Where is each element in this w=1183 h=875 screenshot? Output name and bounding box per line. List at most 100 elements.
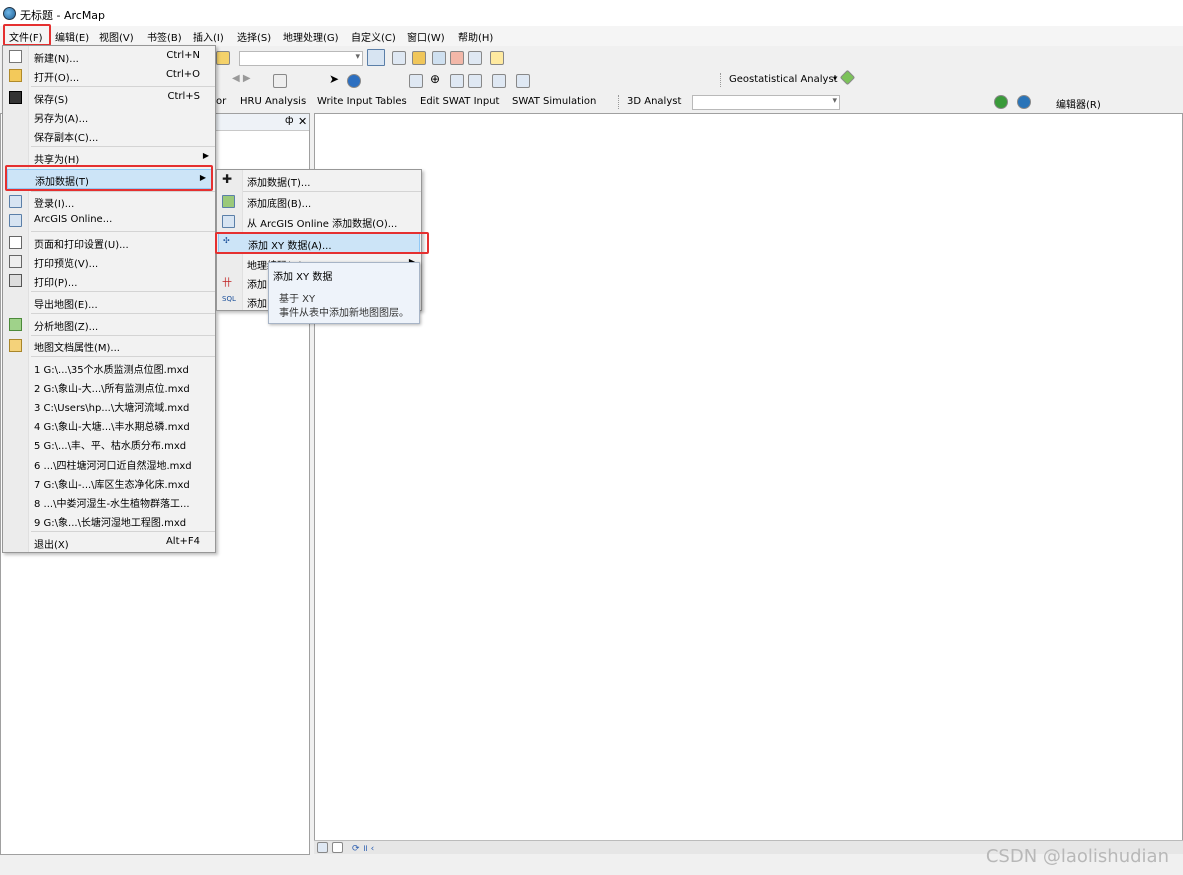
basemap-icon: [222, 195, 235, 208]
catalog-icon[interactable]: [412, 51, 426, 65]
3d-layer-combo[interactable]: [692, 95, 840, 110]
select-elements-icon[interactable]: [273, 74, 287, 88]
window-title: 无标题 - ArcMap: [20, 9, 106, 22]
geostat-dropdown-icon[interactable]: ▾: [833, 74, 837, 83]
menu-item-analyze-map[interactable]: 分析地图(Z)...: [3, 315, 215, 334]
measure-icon[interactable]: [409, 74, 423, 88]
layout-view-icon[interactable]: [332, 842, 343, 853]
recent-file-7[interactable]: 7 G:\象山-...\库区生态净化床.mxd: [3, 473, 215, 492]
toolbar-menu-partial[interactable]: or: [216, 96, 226, 107]
close-icon[interactable]: ✕: [298, 115, 307, 128]
print-preview-icon: [9, 255, 22, 268]
scale-combo[interactable]: [239, 51, 363, 66]
scene-globe-icon[interactable]: [1017, 95, 1031, 109]
arcmap-globe-icon: [3, 7, 16, 20]
menu-item-open[interactable]: 打开(O)... Ctrl+O: [3, 66, 215, 85]
search-window-icon[interactable]: [432, 51, 446, 65]
refresh-icon[interactable]: ⟳ ॥ ‹: [352, 841, 374, 854]
map-view[interactable]: [314, 113, 1183, 841]
menu-item-save-as[interactable]: 另存为(A)...: [3, 107, 215, 126]
time-slider-icon[interactable]: [492, 74, 506, 88]
toolbar-grip[interactable]: [720, 73, 723, 87]
new-document-icon: [9, 50, 22, 63]
viewer-icon[interactable]: [516, 74, 530, 88]
hru-analysis-menu[interactable]: HRU Analysis: [240, 96, 306, 107]
write-input-tables-menu[interactable]: Write Input Tables: [317, 96, 407, 107]
menu-help[interactable]: 帮助(H): [458, 29, 493, 44]
tooltip-line-2: 事件从表中添加新地图图层。: [279, 308, 409, 319]
standard-toolbar: [216, 47, 516, 69]
identify-icon[interactable]: [347, 74, 361, 88]
back-extent-icon[interactable]: ◀ ▶: [232, 73, 251, 84]
menu-item-arcgis-online[interactable]: ArcGIS Online...: [3, 211, 215, 230]
data-view-icon[interactable]: [317, 842, 328, 853]
submenu-item-add-data[interactable]: ✚ 添加数据(T)...: [217, 171, 421, 190]
menu-bar: 文件(F) 编辑(E) 视图(V) 书签(B) 插入(I) 选择(S) 地理处理…: [0, 26, 1183, 46]
menu-item-print-preview[interactable]: 打印预览(V)...: [3, 252, 215, 271]
recent-file-2[interactable]: 2 G:\象山-大...\所有监测点位.mxd: [3, 377, 215, 396]
menu-insert[interactable]: 插入(I): [193, 29, 224, 44]
menu-geoprocessing[interactable]: 地理处理(G): [283, 29, 339, 44]
menu-separator: [31, 146, 215, 147]
watermark: CSDN @laolishudian: [985, 846, 1169, 867]
go-to-xy-icon[interactable]: [450, 74, 464, 88]
select-arrow-icon[interactable]: ➤: [329, 72, 339, 86]
swat-simulation-menu[interactable]: SWAT Simulation: [512, 96, 596, 107]
toolbar-grip[interactable]: [618, 95, 621, 109]
menu-separator: [31, 313, 215, 314]
edit-swat-input-menu[interactable]: Edit SWAT Input: [420, 96, 499, 107]
tooltip-line-1: 基于 XY: [279, 294, 316, 305]
page-setup-icon: [9, 236, 22, 249]
model-builder-icon[interactable]: [490, 51, 504, 65]
recent-file-1[interactable]: 1 G:\...\35个水质监测点位图.mxd: [3, 358, 215, 377]
menu-item-export-map[interactable]: 导出地图(E)...: [3, 293, 215, 312]
menu-separator: [31, 531, 215, 532]
xy-icon[interactable]: [468, 74, 482, 88]
sql-query-icon: SQL: [222, 295, 236, 303]
recent-file-6[interactable]: 6 ...\四柱塘河河口近自然湿地.mxd: [3, 454, 215, 473]
menu-selection[interactable]: 选择(S): [237, 29, 271, 44]
menu-item-save-copy[interactable]: 保存副本(C)...: [3, 126, 215, 145]
recent-file-9[interactable]: 9 G:\象...\长塘河湿地工程图.mxd: [3, 511, 215, 530]
geostatistical-analyst-menu[interactable]: Geostatistical Analyst: [729, 74, 838, 85]
analyze-map-icon: [9, 318, 22, 331]
recent-file-3[interactable]: 3 C:\Users\hp...\大塘河流域.mxd: [3, 396, 215, 415]
find-binoculars-icon[interactable]: ⊕: [430, 72, 440, 86]
menu-item-exit[interactable]: 退出(X) Alt+F4: [3, 533, 215, 552]
recent-file-5[interactable]: 5 G:\...\丰、平、枯水质分布.mxd: [3, 434, 215, 453]
printer-icon: [9, 274, 22, 287]
menu-view[interactable]: 视图(V): [99, 29, 134, 44]
menu-bookmarks[interactable]: 书签(B): [147, 29, 182, 44]
menu-item-page-setup[interactable]: 页面和打印设置(U)...: [3, 233, 215, 252]
menu-customize[interactable]: 自定义(C): [351, 29, 396, 44]
recent-file-4[interactable]: 4 G:\象山-大塘...\丰水期总磷.mxd: [3, 415, 215, 434]
menu-separator: [31, 231, 215, 232]
python-window-icon[interactable]: [468, 51, 482, 65]
recent-file-8[interactable]: 8 ...\中娄河湿生-水生植物群落工...: [3, 492, 215, 511]
menu-item-save[interactable]: 保存(S) Ctrl+S: [3, 88, 215, 107]
submenu-item-add-from-arcgis-online[interactable]: 从 ArcGIS Online 添加数据(O)...: [217, 212, 421, 231]
pencil-icon[interactable]: [216, 51, 230, 65]
annotation-add-data-highlight: [5, 165, 213, 191]
file-menu-dropdown: 新建(N)... Ctrl+N 打开(O)... Ctrl+O 保存(S) Ct…: [2, 45, 216, 553]
3d-analyst-menu[interactable]: 3D Analyst: [627, 96, 681, 107]
open-folder-icon: [9, 69, 22, 82]
menu-item-sign-in[interactable]: 登录(I)...: [3, 192, 215, 211]
menu-item-map-properties[interactable]: 地图文档属性(M)...: [3, 336, 215, 355]
menu-edit[interactable]: 编辑(E): [55, 29, 89, 44]
annotation-file-menu-highlight: [3, 24, 51, 46]
menu-item-new[interactable]: 新建(N)... Ctrl+N: [3, 47, 215, 66]
toc-window-icon[interactable]: [392, 51, 406, 65]
arctoolbox-icon[interactable]: [450, 51, 464, 65]
map-layout-icon[interactable]: [367, 49, 385, 66]
toc-header: ф ✕: [215, 114, 309, 131]
menu-item-print[interactable]: 打印(P)...: [3, 271, 215, 290]
menu-windows[interactable]: 窗口(W): [407, 29, 445, 44]
editor-menu[interactable]: 编辑器(R): [1056, 96, 1101, 111]
arcgis-online-icon: [222, 215, 235, 228]
submenu-item-add-basemap[interactable]: 添加底图(B)...: [217, 192, 421, 211]
geostat-wizard-icon[interactable]: [839, 69, 856, 86]
globe-icon[interactable]: [994, 95, 1008, 109]
pin-icon[interactable]: ф: [285, 115, 294, 126]
title-bar: 无标题 - ArcMap: [0, 0, 1183, 26]
